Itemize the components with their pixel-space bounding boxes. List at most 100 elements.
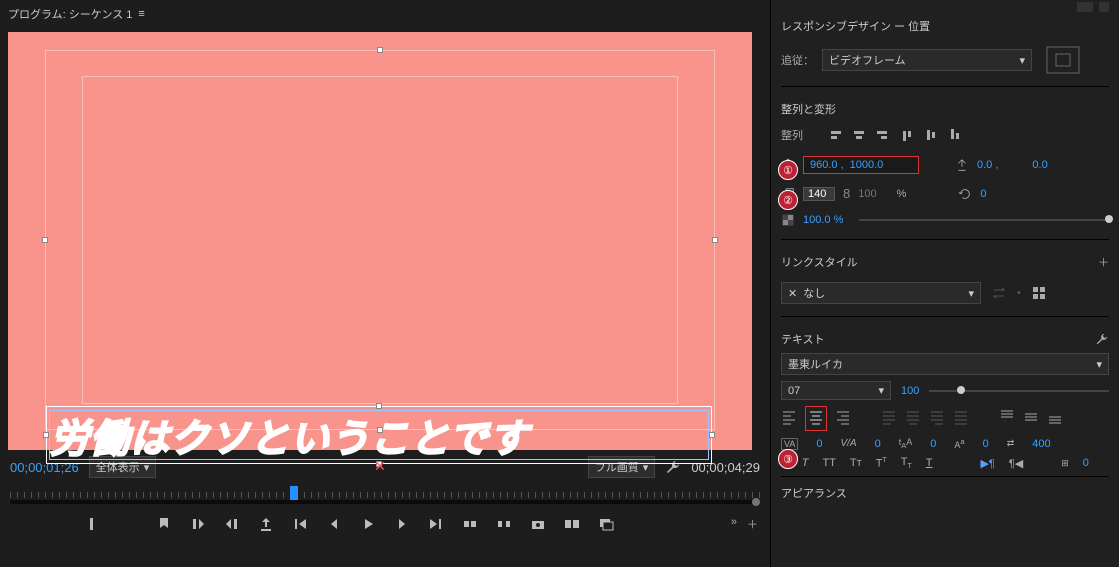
anchor-x[interactable]: 0.0 , bbox=[977, 159, 998, 171]
scale-h: 100 bbox=[858, 188, 876, 200]
play-icon[interactable] bbox=[360, 516, 376, 532]
baseline-value[interactable]: 0 bbox=[983, 438, 989, 450]
smallcaps-icon[interactable]: Tᴛ bbox=[850, 457, 862, 469]
subscript-icon[interactable]: TT bbox=[901, 456, 912, 470]
chevron-down-icon: ▾ bbox=[878, 384, 884, 397]
panel-menu-icon[interactable]: ≡ bbox=[138, 8, 144, 20]
anchor-y[interactable]: 0.0 bbox=[1032, 159, 1047, 171]
indent-value[interactable]: 0 bbox=[1083, 457, 1089, 469]
align-title: 整列と変形 bbox=[781, 101, 836, 117]
position-x[interactable]: 960.0 , bbox=[810, 159, 844, 171]
text-align-right-icon[interactable] bbox=[835, 409, 851, 428]
justify-right-icon[interactable] bbox=[929, 409, 945, 428]
tate-left-icon[interactable]: ▶¶ bbox=[980, 457, 994, 470]
align-top-icon[interactable] bbox=[899, 127, 915, 146]
camera-icon[interactable] bbox=[530, 516, 546, 532]
font-weight-dropdown[interactable]: 07▾ bbox=[781, 381, 891, 400]
marker-in-icon[interactable] bbox=[88, 516, 104, 532]
wrench-icon[interactable] bbox=[1095, 332, 1109, 346]
opacity-value[interactable]: 100.0 % bbox=[803, 214, 843, 226]
chevron-down-icon: ▾ bbox=[1096, 358, 1102, 371]
anchor-point-icon[interactable]: ✕ bbox=[374, 458, 386, 475]
underline-icon[interactable]: T bbox=[926, 457, 933, 469]
tate-right-icon[interactable]: ¶◀ bbox=[1009, 457, 1023, 470]
justify-left-icon[interactable] bbox=[881, 409, 897, 428]
font-size-slider[interactable] bbox=[929, 390, 1109, 392]
scale-input[interactable]: 140 bbox=[803, 187, 835, 201]
follow-dropdown[interactable]: ビデオフレーム▾ bbox=[822, 49, 1032, 71]
tsume-icon: tAA bbox=[899, 437, 913, 450]
in-point-icon[interactable] bbox=[190, 516, 206, 532]
essential-graphics-panel: レスポンシブデザイン ー 位置 追従： ビデオフレーム▾ 整列と変形 整列 bbox=[770, 0, 1119, 567]
extract-icon[interactable] bbox=[496, 516, 512, 532]
proxies-icon[interactable] bbox=[598, 516, 614, 532]
grid-icon[interactable] bbox=[1031, 285, 1047, 301]
step-back-icon[interactable] bbox=[326, 516, 342, 532]
text-title: テキスト bbox=[781, 331, 825, 347]
follow-label: 追従： bbox=[781, 52, 814, 68]
more-icon[interactable]: » bbox=[731, 516, 737, 532]
close-panel-icon[interactable] bbox=[1099, 2, 1109, 12]
safe-margin-inner bbox=[82, 76, 678, 404]
add-style-icon[interactable]: ＋ bbox=[1098, 254, 1109, 270]
playhead[interactable] bbox=[290, 486, 298, 500]
step-forward-icon[interactable] bbox=[394, 516, 410, 532]
v-align-top-icon[interactable] bbox=[999, 409, 1015, 428]
text-align-left-icon[interactable] bbox=[781, 409, 797, 428]
scale-unit: % bbox=[897, 188, 907, 200]
program-panel: プログラム: シーケンス 1 ≡ 労働はクソということです ✕ 00;00;01… bbox=[0, 0, 770, 567]
snap-icon[interactable] bbox=[122, 516, 138, 532]
v-align-middle-icon[interactable] bbox=[1023, 409, 1039, 428]
align-bottom-icon[interactable] bbox=[947, 127, 963, 146]
kerning-icon: V/A bbox=[840, 438, 856, 449]
tracking-value[interactable]: 0 bbox=[816, 438, 822, 450]
pin-rect-icon[interactable] bbox=[1046, 46, 1080, 74]
font-size[interactable]: 100 bbox=[901, 385, 919, 397]
text-align-center-icon[interactable] bbox=[805, 406, 827, 431]
chevron-down-icon: ▾ bbox=[968, 287, 974, 300]
align-label-text: 整列 bbox=[781, 127, 803, 146]
lift-icon[interactable] bbox=[462, 516, 478, 532]
snap-panel-icon[interactable] bbox=[1077, 2, 1093, 12]
responsive-title: レスポンシブデザイン ー 位置 bbox=[781, 18, 930, 34]
position-fields[interactable]: 960.0 , 1000.0 bbox=[803, 156, 919, 174]
align-left-icon[interactable] bbox=[827, 127, 843, 146]
text-bbox-inner bbox=[49, 410, 709, 460]
out-point-icon[interactable] bbox=[224, 516, 240, 532]
indent-icon: ⊞ bbox=[1061, 458, 1069, 469]
marker-icon[interactable] bbox=[156, 516, 172, 532]
align-middle-v-icon[interactable] bbox=[923, 127, 939, 146]
baseline-icon: Aa bbox=[954, 437, 964, 450]
chevron-down-icon: ▾ bbox=[1019, 54, 1025, 67]
go-to-out-icon[interactable] bbox=[428, 516, 444, 532]
justify-center-icon[interactable] bbox=[905, 409, 921, 428]
leading-icon: ⇄ bbox=[1007, 438, 1015, 449]
go-to-in-icon[interactable] bbox=[292, 516, 308, 532]
opacity-slider[interactable] bbox=[859, 219, 1109, 221]
tracking-icon: VA bbox=[781, 438, 798, 450]
compare-frames-icon[interactable] bbox=[564, 516, 580, 532]
superscript-icon[interactable]: TT bbox=[876, 457, 887, 470]
sync-down-icon[interactable] bbox=[991, 285, 1007, 301]
faux-italic-icon[interactable]: T bbox=[802, 457, 809, 469]
program-monitor[interactable]: 労働はクソということです ✕ bbox=[8, 32, 752, 450]
transport-toolbar: » ＋ bbox=[0, 508, 770, 532]
align-center-h-icon[interactable] bbox=[851, 127, 867, 146]
align-right-icon[interactable] bbox=[875, 127, 891, 146]
linkstyle-title: リンクスタイル bbox=[781, 254, 858, 270]
time-ruler[interactable] bbox=[10, 486, 760, 508]
add-icon[interactable]: ＋ bbox=[747, 516, 758, 532]
export-frame-icon[interactable] bbox=[258, 516, 274, 532]
font-dropdown[interactable]: 墨東ルイカ▾ bbox=[781, 353, 1109, 375]
tsume-value[interactable]: 0 bbox=[930, 438, 936, 450]
justify-all-icon[interactable] bbox=[953, 409, 969, 428]
annotation-badge-1: ① bbox=[778, 160, 798, 180]
position-y[interactable]: 1000.0 bbox=[850, 159, 884, 171]
rotation-value[interactable]: 0 bbox=[980, 188, 986, 200]
v-align-bottom-icon[interactable] bbox=[1047, 409, 1063, 428]
leading-value[interactable]: 400 bbox=[1032, 438, 1050, 450]
program-title: プログラム: シーケンス 1 bbox=[8, 6, 132, 22]
allcaps-icon[interactable]: TT bbox=[822, 457, 835, 469]
kerning-value[interactable]: 0 bbox=[875, 438, 881, 450]
linkstyle-dropdown[interactable]: ✕なし ▾ bbox=[781, 282, 981, 304]
